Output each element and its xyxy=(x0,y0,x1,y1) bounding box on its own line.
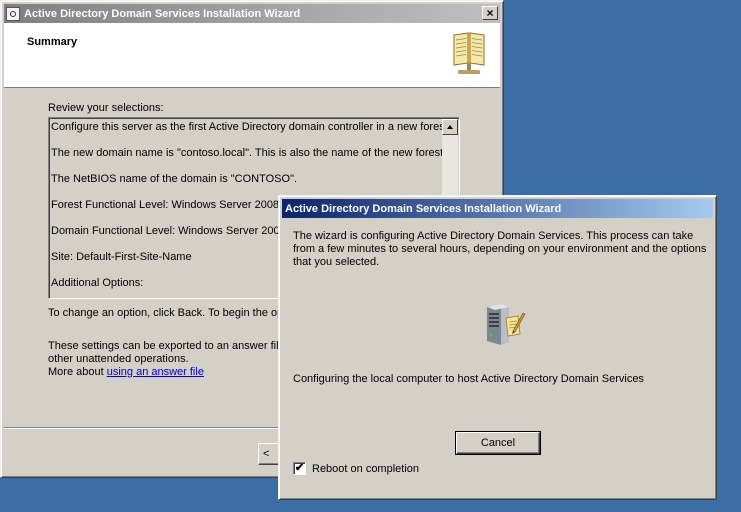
page-title: Summary xyxy=(27,36,78,48)
progress-description-line: that you selected. xyxy=(293,256,380,268)
wizard-title: Active Directory Domain Services Install… xyxy=(24,7,301,20)
progress-description-line: The wizard is configuring Active Directo… xyxy=(293,230,694,242)
wizard-header: Summary xyxy=(4,23,500,88)
export-text-2: other unattended operations. xyxy=(48,353,189,365)
summary-line: Site: Default-First-Site-Name xyxy=(51,251,192,263)
answer-file-link[interactable]: using an answer file xyxy=(107,366,204,378)
export-text-1: These settings can be exported to an ans… xyxy=(48,340,285,352)
summary-line: Configure this server as the first Activ… xyxy=(51,121,451,133)
close-button[interactable]: × xyxy=(482,6,498,20)
progress-dialog: Active Directory Domain Services Install… xyxy=(278,195,717,500)
scroll-up-button[interactable] xyxy=(442,119,458,135)
more-about-line: More about using an answer file xyxy=(48,366,204,378)
summary-line: The NetBIOS name of the domain is "CONTO… xyxy=(51,173,298,185)
summary-line: Additional Options: xyxy=(51,277,144,289)
more-about-text: More about xyxy=(48,366,104,378)
progress-description-line: from a few minutes to several hours, dep… xyxy=(293,243,707,255)
open-book-icon xyxy=(453,32,485,74)
summary-line: Domain Functional Level: Windows Server … xyxy=(51,225,286,237)
review-label: Review your selections: xyxy=(48,102,164,114)
reboot-checkbox-label[interactable]: Reboot on completion xyxy=(312,463,419,475)
progress-dialog-titlebar[interactable]: Active Directory Domain Services Install… xyxy=(282,199,713,218)
wizard-titlebar[interactable]: Active Directory Domain Services Install… xyxy=(4,4,500,23)
server-configure-icon xyxy=(487,304,526,345)
cancel-button[interactable]: Cancel xyxy=(455,431,541,455)
progress-status-text: Configuring the local computer to host A… xyxy=(293,373,644,385)
summary-line: Forest Functional Level: Windows Server … xyxy=(51,199,291,211)
system-menu-icon[interactable] xyxy=(6,6,20,21)
change-option-text: To change an option, click Back. To begi… xyxy=(48,307,284,319)
reboot-checkbox[interactable]: ✔ xyxy=(293,462,306,475)
progress-dialog-title: Active Directory Domain Services Install… xyxy=(285,202,562,215)
summary-line: The new domain name is "contoso.local". … xyxy=(51,147,447,159)
